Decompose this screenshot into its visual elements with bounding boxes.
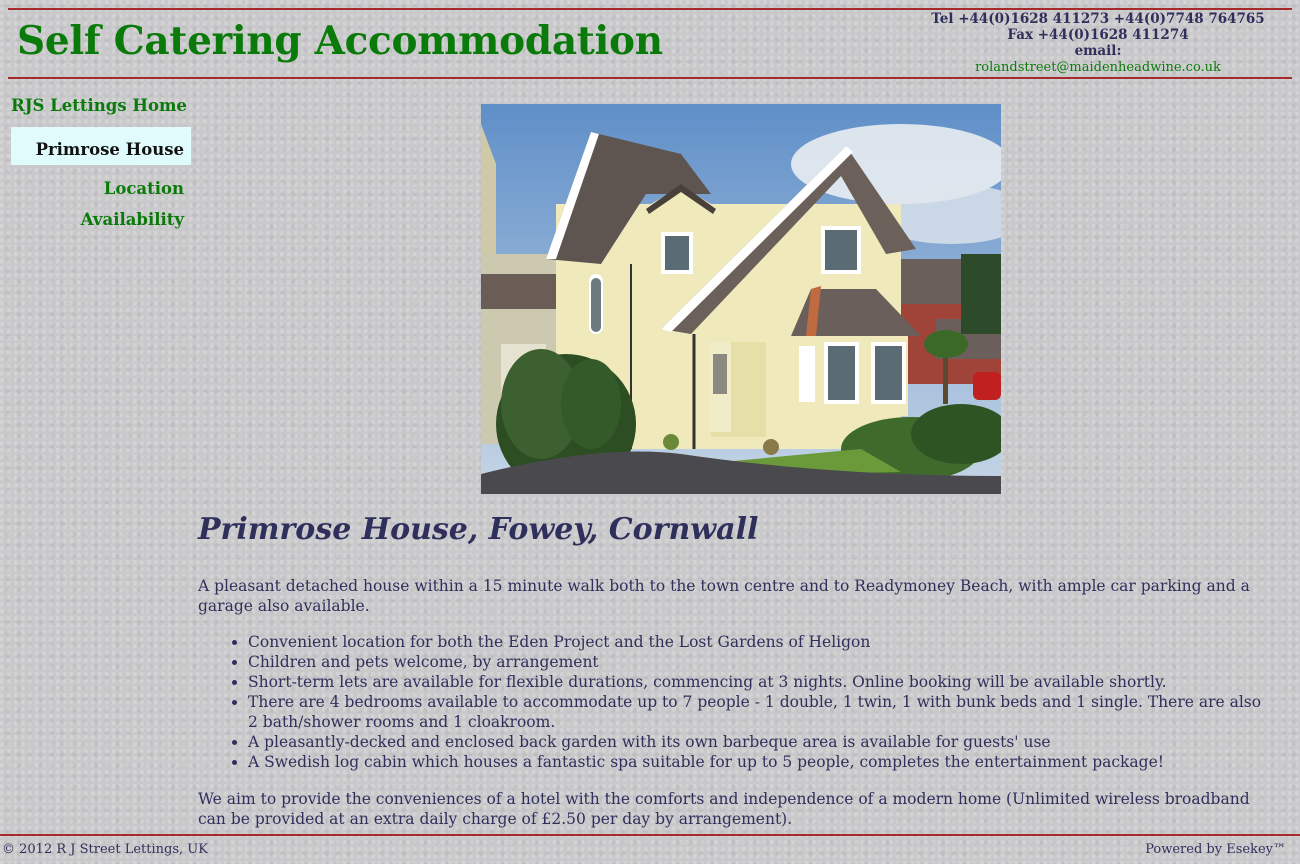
feature-list: Convenient location for both the Eden Pr… xyxy=(198,632,1268,772)
site-title: Self Catering Accommodation xyxy=(17,18,663,64)
house-photo xyxy=(481,104,1001,494)
header-bottom-rule xyxy=(8,77,1292,79)
list-item: Short-term lets are available for flexib… xyxy=(248,672,1268,692)
side-navigation: RJS Lettings Home Primrose House Locatio… xyxy=(11,90,191,239)
main-content: Primrose House, Fowey, Cornwall A pleasa… xyxy=(198,512,1268,829)
nav-item-availability[interactable]: Availability xyxy=(11,202,191,239)
intro-paragraph: A pleasant detached house within a 15 mi… xyxy=(198,577,1250,615)
list-item: A pleasantly-decked and enclosed back ga… xyxy=(248,732,1268,752)
contact-fax: Fax +44(0)1628 411274 xyxy=(1007,27,1189,43)
page-title: Primrose House, Fowey, Cornwall xyxy=(198,512,759,547)
list-item: A Swedish log cabin which houses a fanta… xyxy=(248,752,1268,772)
nav-item-home[interactable]: RJS Lettings Home xyxy=(11,90,191,127)
house-photo-illustration xyxy=(481,104,1001,494)
list-item: Convenient location for both the Eden Pr… xyxy=(248,632,1268,652)
contact-email-label: email: xyxy=(1074,43,1122,59)
nav-item-location[interactable]: Location xyxy=(11,165,191,202)
header-top-rule xyxy=(8,8,1292,10)
contact-block: Tel +44(0)1628 411273 +44(0)7748 764765 … xyxy=(908,11,1288,76)
contact-tel: Tel +44(0)1628 411273 +44(0)7748 764765 xyxy=(931,11,1265,27)
list-item: Children and pets welcome, by arrangemen… xyxy=(248,652,1268,672)
list-item: There are 4 bedrooms available to accomm… xyxy=(248,692,1268,732)
contact-email-link[interactable]: rolandstreet@maidenheadwine.co.uk xyxy=(975,60,1221,75)
nav-item-primrose-house[interactable]: Primrose House xyxy=(11,127,191,165)
footer-powered-by: Powered by Esekey™ xyxy=(1145,842,1286,857)
outro-paragraph: We aim to provide the conveniences of a … xyxy=(198,790,1250,828)
footer-copyright: © 2012 R J Street Lettings, UK xyxy=(2,842,208,857)
footer-rule xyxy=(0,834,1300,836)
